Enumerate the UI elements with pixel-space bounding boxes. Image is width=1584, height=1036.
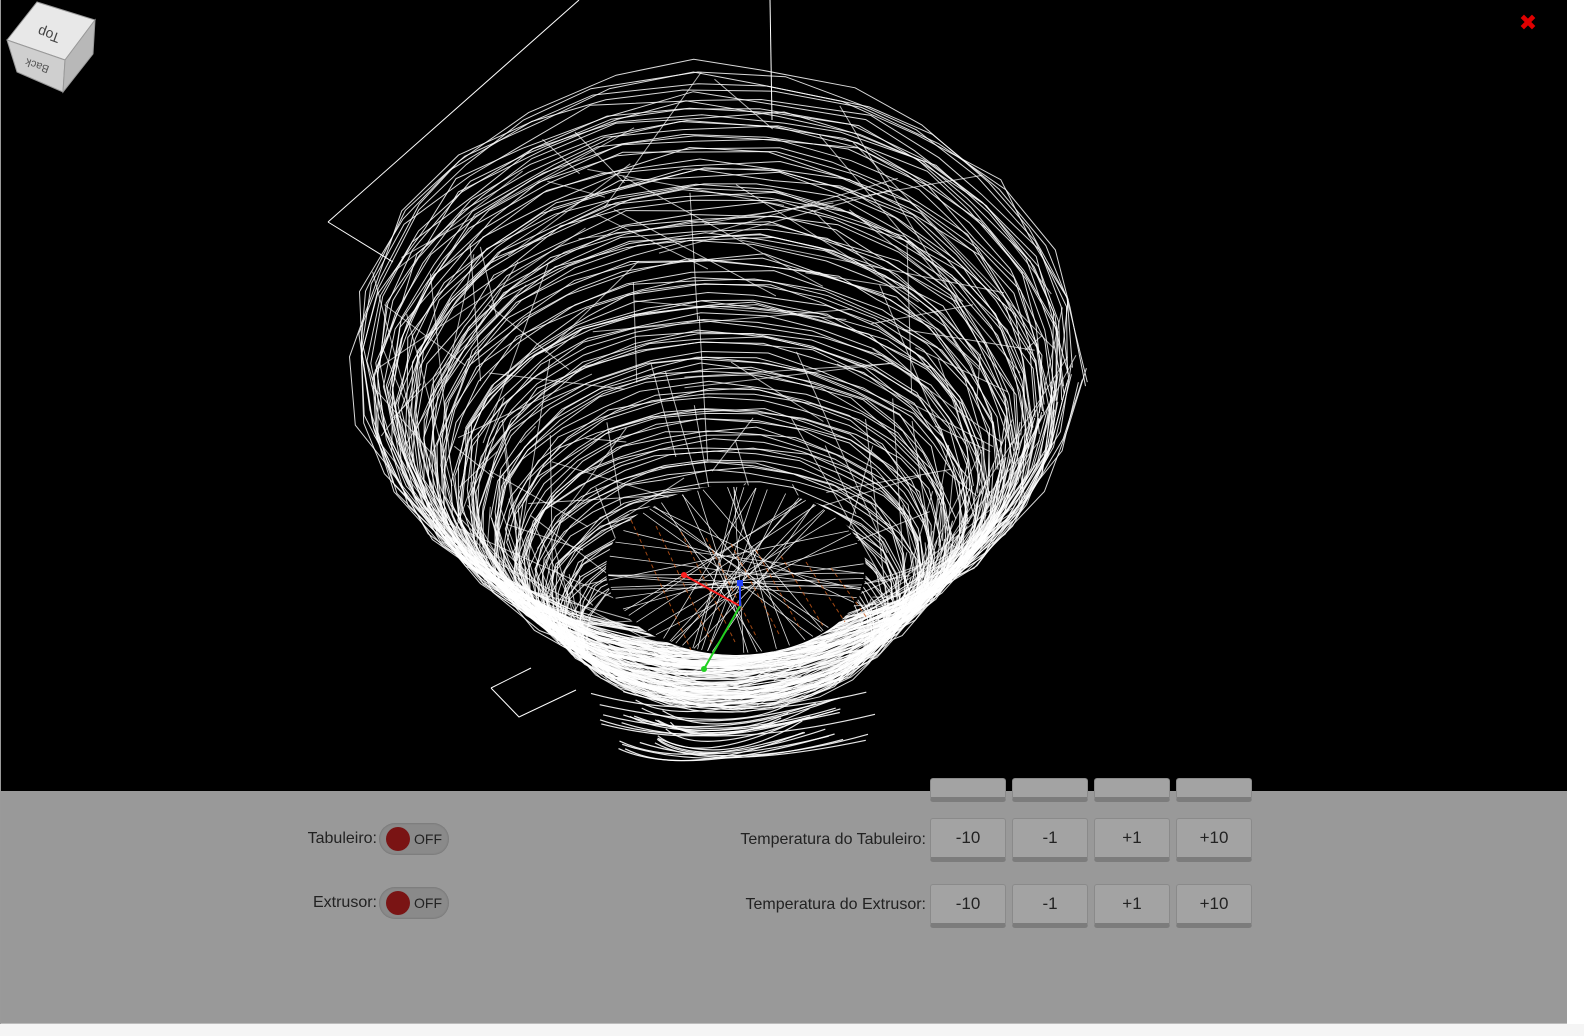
bed-toggle-row: Tabuleiro: OFF xyxy=(201,823,449,855)
toolpath-segment xyxy=(714,78,774,130)
toolpath-segment xyxy=(849,209,964,302)
hidden-row-button-2[interactable] xyxy=(1012,778,1088,802)
extruder-toggle-row: Extrusor: OFF xyxy=(201,887,449,919)
toolpath-segment xyxy=(596,213,709,270)
window-edge xyxy=(0,1024,1584,1036)
toolpath-segment xyxy=(457,373,593,439)
toolpath-render[interactable] xyxy=(1,0,1567,791)
hidden-row-button-1[interactable] xyxy=(930,778,1006,802)
bed-temp-minus-1-button[interactable]: -1 xyxy=(1012,818,1088,862)
control-panel: Tabuleiro: OFF Extrusor: OFF Temperatura… xyxy=(1,778,1568,1024)
bed-temperature-label: Temperatura do Tabuleiro: xyxy=(740,831,926,848)
extruder-temp-plus-10-button[interactable]: +10 xyxy=(1176,884,1252,928)
toolpath-segment xyxy=(490,687,577,718)
bed-temp-plus-1-button[interactable]: +1 xyxy=(1094,818,1170,862)
toolpath-segment xyxy=(507,163,631,257)
hidden-row-button-4[interactable] xyxy=(1176,778,1252,802)
hidden-row-button-3[interactable] xyxy=(1094,778,1170,802)
toolpath-segment xyxy=(519,425,536,444)
toolpath-segment xyxy=(534,524,607,678)
toggle-knob xyxy=(386,827,410,851)
x-axis-tip xyxy=(681,572,687,578)
toolpath-segment xyxy=(490,667,532,689)
extruder-power-toggle[interactable]: OFF xyxy=(379,887,449,919)
extruder-temp-minus-10-button[interactable]: -10 xyxy=(930,884,1006,928)
toolpath-segment xyxy=(740,239,1005,294)
bed-power-toggle[interactable]: OFF xyxy=(379,823,449,855)
extruder-temperature-label: Temperatura do Extrusor: xyxy=(745,896,926,913)
extruder-toggle-label: Extrusor: xyxy=(312,894,377,911)
extruder-temp-plus-1-button[interactable]: +1 xyxy=(1094,884,1170,928)
bed-temp-minus-10-button[interactable]: -10 xyxy=(930,818,1006,862)
toolpath-segment xyxy=(374,227,586,371)
toolpath-segment xyxy=(879,284,951,455)
toolpath-segment xyxy=(327,0,580,223)
z-axis-tip xyxy=(737,580,743,586)
toolpath-segment xyxy=(871,304,974,325)
toggle-state: OFF xyxy=(414,895,442,911)
3d-viewport[interactable]: Top Back ✖ xyxy=(1,0,1567,791)
toolpath-lines xyxy=(327,0,1088,762)
toolpath-segment xyxy=(769,0,773,121)
close-icon[interactable]: ✖ xyxy=(1517,12,1539,34)
toggle-state: OFF xyxy=(414,831,442,847)
window-edge xyxy=(1567,0,1584,1036)
toolpath-segment xyxy=(689,192,699,320)
navigation-cube[interactable]: Top Back xyxy=(3,0,99,96)
extruder-temp-minus-1-button[interactable]: -1 xyxy=(1012,884,1088,928)
bed-toggle-label: Tabuleiro: xyxy=(307,830,377,847)
toolpath-segment xyxy=(545,260,640,354)
y-axis-tip xyxy=(701,666,707,672)
toolpath-segment xyxy=(622,175,824,287)
toggle-knob xyxy=(386,891,410,915)
toolpath-segment xyxy=(839,105,964,313)
bed-opening xyxy=(606,485,866,655)
bed-temp-plus-10-button[interactable]: +10 xyxy=(1176,818,1252,862)
